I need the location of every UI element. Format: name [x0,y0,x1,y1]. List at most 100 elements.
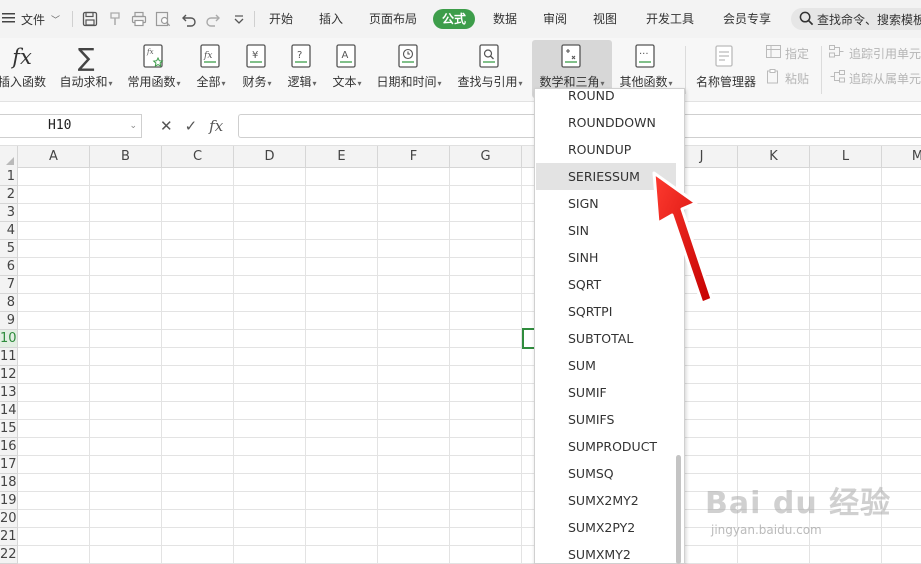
row-header[interactable]: 5 [0,240,18,258]
confirm-icon[interactable]: ✓ [185,117,198,135]
name-box[interactable]: H10 ⌄ [0,114,142,138]
dropdown-item[interactable]: SUMSQ [536,460,676,487]
dropdown-item[interactable]: SUMIFS [536,406,676,433]
svg-text:fx: fx [146,48,154,56]
column-header[interactable]: K [738,146,810,168]
trace-dependents-label: 追踪从属单元 [849,71,921,86]
row-header[interactable]: 20 [0,510,18,528]
dropdown-item[interactable]: SUMIF [536,379,676,406]
name-manager-button[interactable]: 名称管理器 [692,40,760,98]
row-header[interactable]: 19 [0,492,18,510]
format-painter-icon[interactable] [107,11,123,27]
tab-view[interactable]: 视图 [593,9,617,29]
row-header[interactable]: 22 [0,546,18,564]
fx-book-icon: fx [197,43,225,71]
dropdown-item[interactable]: SUM [536,352,676,379]
customize-toolbar-icon[interactable] [231,11,247,27]
cancel-icon[interactable]: ✕ [160,117,173,135]
row-header[interactable]: 14 [0,402,18,420]
triangle-icon [6,157,14,165]
datetime-button[interactable]: 日期和时间▾ [372,40,446,98]
row-header[interactable]: 8 [0,294,18,312]
tab-formulas[interactable]: 公式 [433,9,476,29]
column-header[interactable]: B [90,146,162,168]
file-menu-label: 文件 [21,12,46,27]
row-header[interactable]: 13 [0,384,18,402]
paste-button[interactable]: 粘贴 [766,69,809,87]
dropdown-item[interactable]: SUMPRODUCT [536,433,676,460]
row-header[interactable]: 2 [0,186,18,204]
tab-review[interactable]: 审阅 [543,9,567,29]
dropdown-item[interactable]: SUMX2PY2 [536,514,676,541]
column-header[interactable]: M [882,146,921,168]
row-header[interactable]: 11 [0,348,18,366]
column-header[interactable]: E [306,146,378,168]
sigma-icon: ∑ [77,42,95,72]
print-preview-icon[interactable] [155,11,171,27]
column-header[interactable]: D [234,146,306,168]
tab-data[interactable]: 数据 [493,9,517,29]
dropdown-item[interactable]: ROUNDUP [536,136,676,163]
common-functions-label: 常用函数 [127,75,176,89]
file-menu[interactable]: 文件 ﹀ [2,0,60,38]
dropdown-scrollbar[interactable] [676,455,681,564]
column-header[interactable]: F [378,146,450,168]
insert-function-button[interactable]: fx 插入函数 [0,40,50,98]
grid-line [18,329,921,330]
row-header[interactable]: 18 [0,474,18,492]
row-header[interactable]: 21 [0,528,18,546]
column-header[interactable]: C [162,146,234,168]
divider [821,46,822,94]
math-trig-dropdown[interactable]: ROUND ROUNDDOWN ROUNDUP SERIESSUM SIGN SIN SIN… [534,88,685,564]
common-functions-button[interactable]: fx 常用函数▾ [123,40,185,98]
specify-button[interactable]: 指定 [766,44,809,62]
finance-button[interactable]: ¥ 财务▾ [237,40,277,98]
tab-home[interactable]: 开始 [269,9,293,29]
grid-line [18,419,921,420]
lookup-button[interactable]: 查找与引用▾ [453,40,527,98]
column-header[interactable]: G [450,146,522,168]
row-header[interactable]: 12 [0,366,18,384]
text-functions-button[interactable]: A 文本▾ [327,40,367,98]
row-header[interactable]: 7 [0,276,18,294]
insert-function-label: 插入函数 [0,75,46,89]
trace-dependents-button[interactable]: 追踪从属单元 [829,69,921,87]
row-header[interactable]: 1 [0,168,18,186]
select-all-corner[interactable] [0,146,18,168]
undo-icon[interactable] [181,11,197,27]
tab-page-layout[interactable]: 页面布局 [369,9,417,29]
dropdown-item[interactable]: SUBTOTAL [536,325,676,352]
column-header[interactable]: A [18,146,90,168]
all-functions-button[interactable]: fx 全部▾ [191,40,231,98]
row-header[interactable]: 3 [0,204,18,222]
dropdown-item[interactable]: ROUNDDOWN [536,109,676,136]
dropdown-item[interactable]: SUMX2MY2 [536,487,676,514]
watermark-main: Bai du 经验 [705,486,892,521]
insert-function-icon[interactable]: fx [209,117,223,135]
tab-member[interactable]: 会员专享 [723,9,771,29]
save-icon[interactable] [82,11,98,27]
row-header[interactable]: 9 [0,312,18,330]
command-search[interactable]: 查找命令、搜索模板 [791,8,921,30]
row-header[interactable]: 17 [0,456,18,474]
grid-line [521,168,522,564]
row-header[interactable]: 15 [0,420,18,438]
redo-icon[interactable] [205,11,221,27]
tab-developer[interactable]: 开发工具 [646,9,694,29]
row-header[interactable]: 10 [0,330,18,348]
dropdown-item[interactable]: SUMXMY2 [536,541,676,563]
row-header[interactable]: 16 [0,438,18,456]
chevron-down-icon: ﹀ [51,15,61,26]
column-header[interactable]: L [810,146,882,168]
tab-insert[interactable]: 插入 [319,9,343,29]
row-header[interactable]: 6 [0,258,18,276]
autosum-button[interactable]: ∑ 自动求和▾ [56,40,116,98]
dropdown-item[interactable]: ROUND [536,89,676,109]
print-icon[interactable] [131,11,147,27]
search-placeholder: 查找命令、搜索模板 [817,12,921,27]
logic-button[interactable]: ? 逻辑▾ [282,40,322,98]
row-header[interactable]: 4 [0,222,18,240]
table-icon [766,45,781,61]
chevron-down-icon[interactable]: ⌄ [129,115,137,137]
trace-precedents-button[interactable]: 追踪引用单元 [829,44,921,62]
